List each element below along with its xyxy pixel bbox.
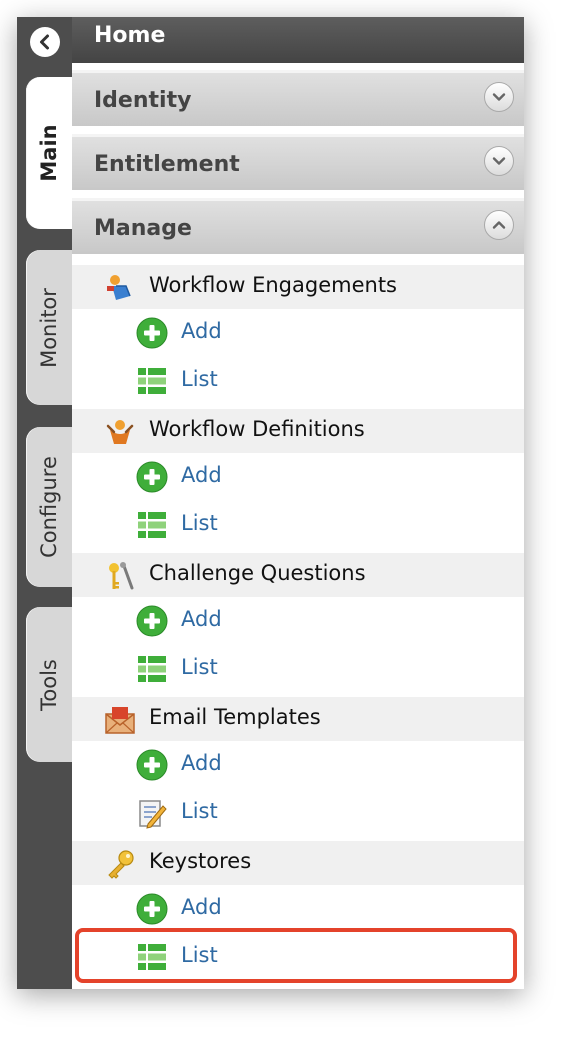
navigator-panel: Main Monitor Configure Tools Home Identi… bbox=[17, 17, 524, 989]
list-link[interactable]: List bbox=[181, 799, 218, 823]
email-templates-icon bbox=[105, 707, 135, 734]
tab-main[interactable]: Main bbox=[26, 77, 72, 229]
chevron-down-icon bbox=[492, 157, 506, 165]
tab-monitor-label: Monitor bbox=[37, 287, 61, 368]
group-keystores: Keystores bbox=[72, 841, 524, 885]
list-link[interactable]: List bbox=[181, 511, 218, 535]
collapse-panel-button[interactable] bbox=[30, 27, 60, 57]
challenge-questions-icon bbox=[109, 562, 134, 590]
email-templates-add[interactable]: Add bbox=[72, 741, 524, 789]
vertical-tab-bar: Main Monitor Configure Tools bbox=[17, 17, 72, 989]
chevron-left-icon bbox=[40, 34, 49, 50]
group-label: Workflow Engagements bbox=[149, 273, 397, 297]
keystores-add[interactable]: Add bbox=[72, 885, 524, 933]
list-link[interactable]: List bbox=[181, 943, 218, 967]
add-link[interactable]: Add bbox=[181, 751, 222, 775]
group-label: Email Templates bbox=[149, 705, 321, 729]
add-link[interactable]: Add bbox=[181, 319, 222, 343]
navigator-content: Home Identity Entitlement Manage Workflo… bbox=[72, 17, 524, 989]
section-title: Identity bbox=[94, 88, 192, 113]
section-title: Entitlement bbox=[94, 152, 240, 177]
expand-chevron-button[interactable] bbox=[484, 82, 514, 112]
add-icon bbox=[136, 605, 168, 637]
workflow-engagements-list[interactable]: List bbox=[72, 357, 524, 405]
group-label: Challenge Questions bbox=[149, 561, 366, 585]
add-icon bbox=[136, 461, 168, 493]
list-link[interactable]: List bbox=[181, 655, 218, 679]
tab-tools[interactable]: Tools bbox=[26, 607, 72, 762]
group-email-templates: Email Templates bbox=[72, 697, 524, 741]
group-label: Keystores bbox=[149, 849, 252, 873]
workflow-engagements-add[interactable]: Add bbox=[72, 309, 524, 357]
section-entitlement[interactable]: Entitlement bbox=[72, 134, 524, 190]
add-link[interactable]: Add bbox=[181, 607, 222, 631]
challenge-questions-add[interactable]: Add bbox=[72, 597, 524, 645]
home-bar[interactable]: Home bbox=[72, 17, 524, 63]
list-icon bbox=[138, 512, 166, 538]
workflow-engagements-icon bbox=[107, 275, 131, 300]
group-label: Workflow Definitions bbox=[149, 417, 365, 441]
list-link[interactable]: List bbox=[181, 367, 218, 391]
list-icon bbox=[138, 656, 166, 682]
group-workflow-engagements: Workflow Engagements bbox=[72, 265, 524, 309]
edit-list-icon bbox=[139, 800, 167, 829]
keystores-list[interactable]: List bbox=[72, 933, 524, 981]
chevron-down-icon bbox=[492, 93, 506, 101]
tab-monitor[interactable]: Monitor bbox=[26, 250, 72, 405]
list-icon bbox=[138, 944, 166, 970]
group-challenge-questions: Challenge Questions bbox=[72, 553, 524, 597]
group-workflow-definitions: Workflow Definitions bbox=[72, 409, 524, 453]
add-icon bbox=[136, 317, 168, 349]
section-manage[interactable]: Manage bbox=[72, 198, 524, 254]
collapse-chevron-button[interactable] bbox=[484, 210, 514, 240]
home-title: Home bbox=[94, 23, 166, 48]
tab-configure[interactable]: Configure bbox=[26, 427, 72, 587]
add-link[interactable]: Add bbox=[181, 895, 222, 919]
email-templates-list[interactable]: List bbox=[72, 789, 524, 837]
expand-chevron-button[interactable] bbox=[484, 146, 514, 176]
tab-configure-label: Configure bbox=[37, 456, 61, 558]
list-icon bbox=[138, 368, 166, 394]
workflow-definitions-list[interactable]: List bbox=[72, 501, 524, 549]
tab-main-label: Main bbox=[37, 124, 61, 182]
add-icon bbox=[136, 893, 168, 925]
workflow-definitions-icon bbox=[106, 420, 134, 444]
chevron-up-icon bbox=[492, 221, 506, 229]
tab-tools-label: Tools bbox=[37, 658, 61, 711]
challenge-questions-list[interactable]: List bbox=[72, 645, 524, 693]
add-icon bbox=[136, 749, 168, 781]
section-identity[interactable]: Identity bbox=[72, 70, 524, 126]
workflow-definitions-add[interactable]: Add bbox=[72, 453, 524, 501]
keystores-icon bbox=[108, 850, 134, 879]
section-title: Manage bbox=[94, 216, 192, 241]
add-link[interactable]: Add bbox=[181, 463, 222, 487]
